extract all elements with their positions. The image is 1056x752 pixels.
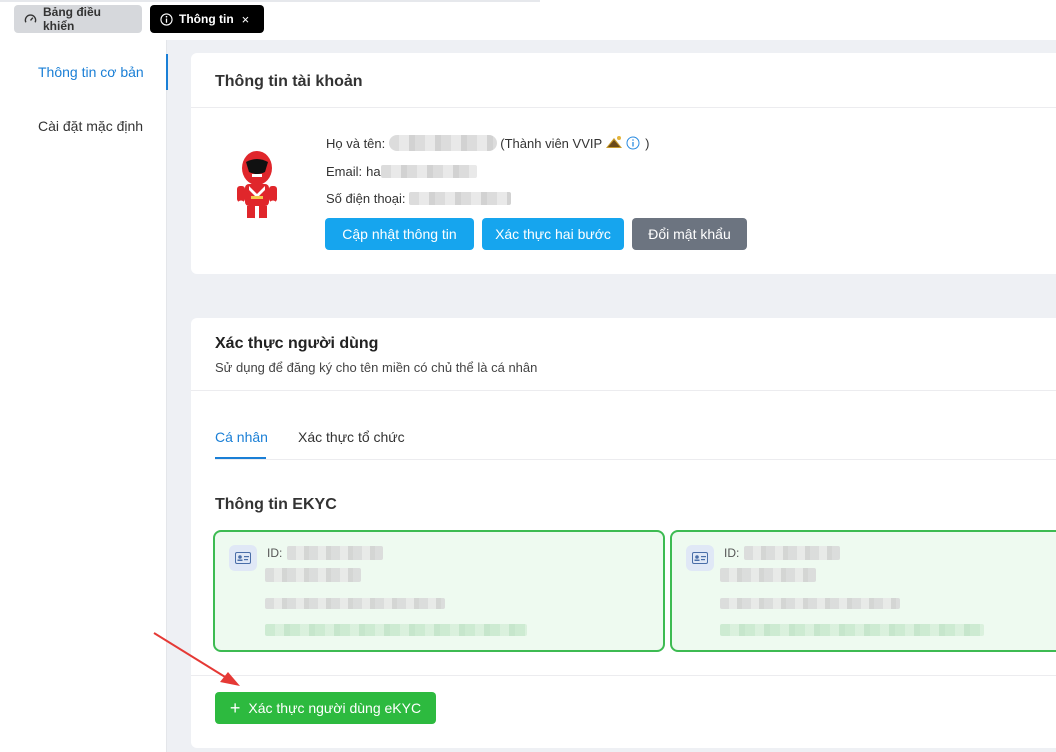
user-verification-card: Xác thực người dùng Sử dụng để đăng ký c… [191, 318, 1056, 748]
verification-subtitle: Sử dụng để đăng ký cho tên miền có chủ t… [215, 360, 538, 375]
top-divider [0, 0, 540, 2]
status-value-redacted [720, 624, 984, 636]
add-ekyc-verification-button[interactable]: + Xác thực người dùng eKYC [215, 692, 436, 724]
phone-label: Số điện thoại: [326, 191, 406, 206]
email-visible-prefix: ha [366, 164, 381, 179]
vip-badge-icon [606, 136, 623, 148]
two-factor-button[interactable]: Xác thực hai bước [482, 218, 624, 250]
sidebar-item-default-settings[interactable]: Cài đặt mặc định [0, 107, 167, 145]
email-value-redacted [380, 165, 477, 178]
card-divider [191, 390, 1056, 391]
detail-value-redacted [720, 598, 900, 609]
full-name-value-redacted [389, 135, 498, 151]
status-value-redacted [265, 624, 527, 636]
id-label: ID: [267, 546, 283, 560]
id-card-icon [229, 545, 257, 571]
close-icon[interactable]: × [242, 12, 250, 27]
plus-icon: + [229, 698, 241, 718]
tab-info[interactable]: Thông tin × [150, 5, 264, 33]
sidebar: Thông tin cơ bản Cài đặt mặc định [0, 40, 168, 752]
card-divider [191, 107, 1056, 108]
tabs-divider [215, 459, 1056, 460]
tab-personal[interactable]: Cá nhân [215, 429, 268, 445]
id-card-icon [686, 545, 714, 571]
email-label: Email: [326, 164, 363, 179]
ekyc-record-card[interactable]: ID: [670, 530, 1056, 652]
full-name-label: Họ và tên: [326, 135, 386, 151]
account-info-card: Thông tin tài khoản Họ và tên: (Thành vi… [191, 53, 1056, 274]
name-value-redacted [265, 568, 361, 582]
detail-value-redacted [265, 598, 445, 609]
avatar [237, 151, 277, 224]
sidebar-item-basic-info[interactable]: Thông tin cơ bản [0, 53, 168, 91]
info-icon [160, 12, 173, 26]
member-tier-close: ) [645, 135, 650, 151]
gauge-icon [24, 13, 37, 23]
email-row: Email: ha [326, 164, 477, 179]
phone-row: Số điện thoại: [326, 191, 511, 206]
full-name-row: Họ và tên: (Thành viên VVIP ) [326, 135, 650, 151]
footer-divider [191, 675, 1056, 676]
change-password-button[interactable]: Đổi mật khẩu [632, 218, 747, 250]
add-ekyc-label: Xác thực người dùng eKYC [248, 700, 422, 716]
id-value-redacted [744, 546, 840, 560]
tab-organization[interactable]: Xác thực tổ chức [298, 429, 405, 445]
info-circle-icon[interactable] [626, 136, 640, 150]
ekyc-section-title: Thông tin EKYC [215, 496, 337, 513]
id-value-redacted [287, 546, 383, 560]
update-info-button[interactable]: Cập nhật thông tin [325, 218, 474, 250]
ekyc-record-card[interactable]: ID: [213, 530, 665, 652]
id-label: ID: [724, 546, 740, 560]
name-value-redacted [720, 568, 816, 582]
tab-info-label: Thông tin [179, 12, 234, 26]
tab-dashboard[interactable]: Bảng điều khiển [14, 5, 142, 33]
account-info-title: Thông tin tài khoản [215, 73, 363, 90]
top-tab-bar: Bảng điều khiển Thông tin × [0, 0, 1056, 40]
member-tier-text: (Thành viên VVIP [500, 135, 603, 151]
phone-value-redacted [408, 192, 511, 205]
verification-title: Xác thực người dùng [215, 335, 379, 352]
tab-dashboard-label: Bảng điều khiển [43, 5, 102, 33]
annotation-arrow-icon [153, 632, 240, 686]
